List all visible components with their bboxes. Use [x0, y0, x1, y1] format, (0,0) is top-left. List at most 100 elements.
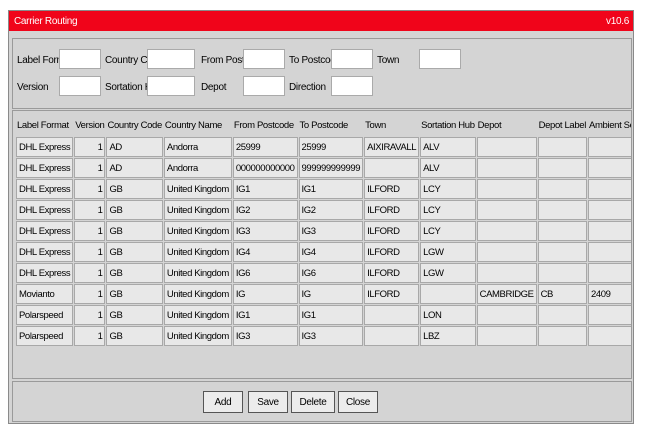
save-button[interactable]: Save	[248, 391, 288, 413]
table-cell[interactable]	[587, 305, 631, 325]
town-field[interactable]	[419, 49, 461, 69]
table-cell[interactable]	[476, 263, 537, 283]
table-cell[interactable]: ILFORD	[364, 284, 420, 304]
table-cell[interactable]: GB	[106, 179, 163, 199]
table-cell[interactable]: GB	[106, 200, 163, 220]
table-cell[interactable]: IG4	[232, 242, 298, 262]
table-cell[interactable]: United Kingdom	[163, 200, 232, 220]
table-cell[interactable]: GB	[106, 284, 163, 304]
table-cell[interactable]: ILFORD	[364, 263, 420, 283]
table-cell[interactable]: ALV	[420, 158, 476, 178]
table-cell[interactable]	[476, 200, 537, 220]
table-cell[interactable]: ALV	[420, 137, 476, 157]
table-cell[interactable]: ILFORD	[364, 221, 420, 241]
table-cell[interactable]: 2409	[587, 284, 631, 304]
table-cell[interactable]: DHL Express	[16, 137, 74, 157]
table-cell[interactable]: CAMBRIDGE	[476, 284, 537, 304]
table-cell[interactable]: 25999	[298, 137, 364, 157]
table-cell[interactable]: DHL Express	[16, 263, 74, 283]
table-row[interactable]: DHL Express 1 GB United Kingdom IG1 IG1 ILFORD…	[16, 179, 631, 199]
table-cell[interactable]: ILFORD	[364, 179, 420, 199]
table-cell[interactable]: 1	[74, 158, 106, 178]
table-cell[interactable]: LCY	[420, 200, 476, 220]
table-row[interactable]: DHL Express 1 GB United Kingdom IG6 IG6 ILFORD…	[16, 263, 631, 283]
table-cell[interactable]	[587, 200, 631, 220]
table-row[interactable]: Polarspeed1GBUnited KingdomIG1IG1LONS	[16, 305, 631, 325]
table-cell[interactable]: IG	[298, 284, 364, 304]
table-cell[interactable]: 000000000000	[232, 158, 298, 178]
table-cell[interactable]: LCY	[420, 179, 476, 199]
table-cell[interactable]: AIXIRAVALL	[364, 137, 420, 157]
label-format-field[interactable]	[59, 49, 101, 69]
table-cell[interactable]: United Kingdom	[163, 263, 232, 283]
table-cell[interactable]: ILFORD	[364, 242, 420, 262]
table-cell[interactable]	[537, 179, 587, 199]
table-cell[interactable]: IG1	[298, 179, 364, 199]
table-cell[interactable]: LGW	[420, 242, 476, 262]
depot-field[interactable]	[243, 76, 285, 96]
table-cell[interactable]: 1	[74, 326, 106, 346]
table-cell[interactable]: IG1	[232, 305, 298, 325]
table-cell[interactable]: Polarspeed	[16, 326, 74, 346]
table-cell[interactable]: Andorra	[163, 158, 232, 178]
to-postcode-field[interactable]	[331, 49, 373, 69]
delete-button[interactable]: Delete	[291, 391, 335, 413]
close-button[interactable]: Close	[338, 391, 378, 413]
table-cell[interactable]	[476, 242, 537, 262]
table-cell[interactable]: United Kingdom	[163, 326, 232, 346]
add-button[interactable]: Add	[203, 391, 243, 413]
table-cell[interactable]: DHL Express	[16, 242, 74, 262]
table-cell[interactable]: IG4	[298, 242, 364, 262]
table-cell[interactable]: ILFORD	[364, 200, 420, 220]
table-row[interactable]: Polarspeed1GBUnited KingdomIG3IG3LBZS	[16, 326, 631, 346]
table-cell[interactable]	[537, 263, 587, 283]
table-cell[interactable]	[364, 158, 420, 178]
table-row[interactable]: DHL Express 1 AD Andorra 000000000000 9999999…	[16, 158, 631, 178]
table-cell[interactable]	[364, 305, 420, 325]
table-row[interactable]: Movianto 1 GB United Kingdom IG IG ILFORD CAMBR…	[16, 284, 631, 304]
table-cell[interactable]: 1	[74, 263, 106, 283]
table-cell[interactable]	[537, 200, 587, 220]
table-cell[interactable]	[364, 326, 420, 346]
table-cell[interactable]	[537, 242, 587, 262]
table-cell[interactable]	[587, 158, 631, 178]
table-cell[interactable]: AD	[106, 158, 163, 178]
table-cell[interactable]: United Kingdom	[163, 221, 232, 241]
table-cell[interactable]: United Kingdom	[163, 179, 232, 199]
table-cell[interactable]: IG1	[298, 305, 364, 325]
table-cell[interactable]: DHL Express	[16, 158, 74, 178]
table-row[interactable]: DHL Express 1 GB United Kingdom IG4 IG4 ILFORD…	[16, 242, 631, 262]
table-cell[interactable]	[476, 179, 537, 199]
table-cell[interactable]	[476, 326, 537, 346]
table-cell[interactable]: DHL Express	[16, 179, 74, 199]
table-cell[interactable]	[476, 305, 537, 325]
table-cell[interactable]: IG6	[232, 263, 298, 283]
table-cell[interactable]	[587, 137, 631, 157]
table-cell[interactable]: 1	[74, 305, 106, 325]
table-cell[interactable]: 1	[74, 137, 106, 157]
table-cell[interactable]	[537, 158, 587, 178]
table-cell[interactable]: IG3	[232, 326, 298, 346]
table-cell[interactable]	[587, 326, 631, 346]
table-cell[interactable]: DHL Express	[16, 200, 74, 220]
from-postcode-field[interactable]	[243, 49, 285, 69]
table-cell[interactable]: GB	[106, 221, 163, 241]
table-cell[interactable]: IG3	[298, 221, 364, 241]
table-cell[interactable]: GB	[106, 305, 163, 325]
table-cell[interactable]: Movianto	[16, 284, 74, 304]
table-cell[interactable]: 1	[74, 179, 106, 199]
table-cell[interactable]: United Kingdom	[163, 284, 232, 304]
table-cell[interactable]: GB	[106, 326, 163, 346]
country-code-field[interactable]	[147, 49, 195, 69]
version-field[interactable]	[59, 76, 101, 96]
table-cell[interactable]	[476, 158, 537, 178]
table-cell[interactable]: IG6	[298, 263, 364, 283]
table-cell[interactable]: IG	[232, 284, 298, 304]
table-cell[interactable]: 1	[74, 200, 106, 220]
sortation-hub-field[interactable]	[147, 76, 195, 96]
table-cell[interactable]	[476, 221, 537, 241]
table-row[interactable]: DHL Express 1 GB United Kingdom IG3 IG3 ILFORD…	[16, 221, 631, 241]
table-cell[interactable]: CB	[537, 284, 587, 304]
table-cell[interactable]: 25999	[232, 137, 298, 157]
table-cell[interactable]	[537, 305, 587, 325]
